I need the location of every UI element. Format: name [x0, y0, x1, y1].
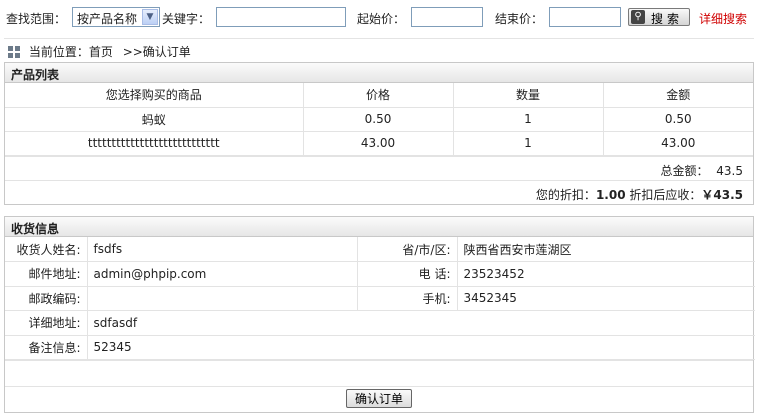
breadcrumb-page: 确认订单 — [142, 45, 191, 59]
product-qty: 1 — [452, 130, 604, 156]
grid-icon — [8, 46, 20, 58]
phone-label: 电 话: — [356, 261, 458, 287]
product-list-title: 产品列表 — [5, 63, 753, 83]
search-icon: ⚲ — [631, 10, 645, 24]
keyword-input[interactable] — [216, 7, 346, 27]
note-label: 备注信息: — [5, 334, 88, 360]
mobile-value: 3452345 — [456, 285, 755, 311]
note-value: 52345 — [86, 334, 755, 360]
breadcrumb-current-label: 当前位置： — [28, 45, 89, 59]
advanced-search-link[interactable]: 详细搜索 — [699, 10, 747, 27]
product-amount: 43.00 — [602, 130, 753, 156]
discount-value: 1.00 — [595, 187, 626, 202]
product-qty: 1 — [452, 106, 604, 132]
start-price-label: 起始价： — [357, 12, 406, 26]
after-discount-value: ￥43.5 — [701, 187, 743, 202]
end-price-label: 结束价： — [495, 12, 544, 26]
breadcrumb-separator: >> — [122, 45, 143, 59]
column-header: 数量 — [452, 83, 604, 108]
discount-row: 您的折扣：1.00 折扣后应收：￥43.5 — [5, 179, 753, 204]
table-header-row: 您选择购买的商品 价格 数量 金额 — [5, 83, 753, 108]
chevron-down-icon[interactable]: ▼ — [142, 9, 158, 25]
region-value: 陕西省西安市莲湖区 — [456, 237, 755, 262]
scope-select-value: 按产品名称 — [77, 12, 138, 26]
shipping-info-title: 收货信息 — [5, 217, 753, 237]
address-label: 详细地址: — [5, 310, 88, 336]
mobile-label: 手机: — [356, 285, 458, 311]
start-price-input[interactable] — [411, 7, 483, 27]
column-header: 您选择购买的商品 — [5, 83, 304, 108]
table-row: 备注信息: 52345 — [5, 334, 755, 360]
product-price: 43.00 — [302, 130, 454, 156]
table-row: 详细地址: sdfasdf — [5, 310, 755, 336]
product-table: 您选择购买的商品 价格 数量 金额 蚂蚁 0.50 1 0.50 ttttttt… — [5, 83, 753, 156]
table-row: 邮政编码: 手机: 3452345 — [5, 285, 755, 311]
end-price-input[interactable] — [549, 7, 621, 27]
total-label: 总金额： — [660, 163, 709, 178]
product-name: 蚂蚁 — [5, 106, 304, 132]
table-row: 蚂蚁 0.50 1 0.50 — [5, 106, 753, 132]
email-label: 邮件地址: — [5, 261, 88, 287]
table-row: 收货人姓名: fsdfs 省/市/区: 陕西省西安市莲湖区 — [5, 237, 755, 262]
confirm-order-button[interactable]: 确认订单 — [345, 389, 412, 408]
product-list-panel: 产品列表 您选择购买的商品 价格 数量 金额 蚂蚁 0.50 1 0.50 tt… — [4, 62, 754, 205]
product-amount: 0.50 — [602, 106, 753, 132]
column-header: 金额 — [602, 83, 753, 108]
column-header: 价格 — [302, 83, 454, 108]
total-value: 43.5 — [716, 163, 743, 178]
consignee-name-value: fsdfs — [86, 237, 358, 262]
table-row: tttttttttttttttttttttttttttt 43.00 1 43.… — [5, 130, 753, 156]
breadcrumb: 当前位置：首页 >>确认订单 — [4, 38, 754, 60]
discount-label: 您的折扣： — [535, 187, 596, 202]
after-discount-label: 折扣后应收： — [629, 187, 702, 202]
table-row: 邮件地址: admin@phpip.com 电 话: 23523452 — [5, 261, 755, 287]
breadcrumb-home[interactable]: 首页 — [89, 45, 113, 59]
submit-row: 确认订单 — [5, 386, 753, 412]
product-name: tttttttttttttttttttttttttttt — [5, 130, 304, 156]
shipping-table: 收货人姓名: fsdfs 省/市/区: 陕西省西安市莲湖区 邮件地址: admi… — [5, 237, 755, 360]
region-label: 省/市/区: — [356, 237, 458, 262]
email-value: admin@phpip.com — [86, 261, 358, 287]
zip-value — [86, 285, 358, 311]
consignee-name-label: 收货人姓名: — [5, 237, 88, 262]
spacer-row — [5, 360, 753, 386]
product-price: 0.50 — [302, 106, 454, 132]
scope-select[interactable]: 按产品名称 ▼ — [72, 7, 160, 27]
search-bar: 查找范围： 按产品名称 ▼ 关键字： 起始价： 结束价： ⚲ 搜索 详细搜索 — [0, 0, 758, 34]
phone-value: 23523452 — [456, 261, 755, 287]
keyword-label: 关键字： — [162, 12, 211, 26]
search-button[interactable]: ⚲ 搜索 — [628, 8, 690, 26]
address-value: sdfasdf — [86, 310, 755, 336]
shipping-info-panel: 收货信息 收货人姓名: fsdfs 省/市/区: 陕西省西安市莲湖区 邮件地址:… — [4, 216, 755, 413]
scope-label: 查找范围： — [6, 12, 67, 26]
zip-label: 邮政编码: — [5, 285, 88, 311]
total-row: 总金额： 43.5 — [5, 155, 753, 180]
